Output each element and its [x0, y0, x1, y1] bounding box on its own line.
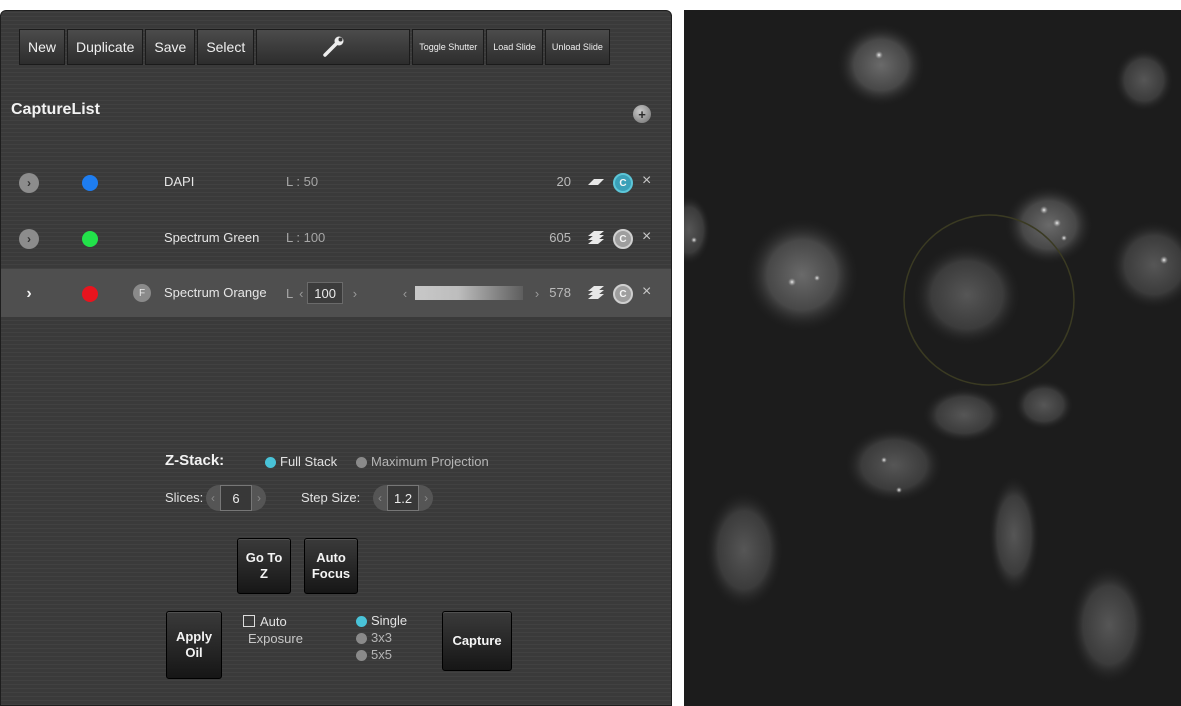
grid-3x3-label: 3x3: [371, 630, 392, 645]
capture-toggle-c[interactable]: C: [613, 284, 633, 304]
single-radio[interactable]: Single: [356, 613, 407, 628]
microscope-live-view[interactable]: [684, 10, 1181, 706]
plus-icon[interactable]: +: [633, 105, 651, 123]
chevron-right-icon[interactable]: ›: [19, 173, 39, 193]
max-projection-label: Maximum Projection: [371, 454, 489, 469]
settings-button[interactable]: [256, 29, 411, 65]
grid-3x3-radio[interactable]: 3x3: [356, 630, 392, 645]
full-stack-label: Full Stack: [280, 454, 338, 469]
radio-selected-icon: [356, 616, 367, 628]
channel-level: L : 50: [286, 174, 319, 189]
capture-control-panel: New Duplicate Save Select Toggle Shutter…: [0, 10, 672, 706]
wrench-icon: [323, 36, 344, 57]
capture-toggle-c[interactable]: C: [613, 173, 633, 193]
capture-row-spectrum-green[interactable]: › Spectrum Green L : 100 605 C ×: [1, 214, 671, 262]
save-button[interactable]: Save: [145, 29, 196, 65]
apply-oil-line1: Apply: [175, 629, 213, 644]
step-size-input[interactable]: 1.2: [387, 485, 420, 511]
slices-input[interactable]: 6: [220, 485, 252, 511]
slices-stepper: ‹ 6 ›: [206, 483, 266, 513]
go-to-z-line1: Go To: [245, 550, 283, 565]
channel-exposure-value: 20: [556, 174, 571, 189]
radio-unselected-icon: [356, 650, 367, 662]
slices-label: Slices:: [165, 490, 204, 505]
stack-icon[interactable]: [586, 284, 606, 302]
chevron-right-icon[interactable]: ›: [349, 286, 361, 301]
chevron-right-icon[interactable]: ›: [19, 229, 39, 249]
single-label: Single: [371, 613, 408, 628]
capture-button[interactable]: Capture: [442, 611, 512, 671]
chevron-right-icon[interactable]: ›: [419, 485, 434, 511]
focus-badge[interactable]: F: [133, 284, 151, 302]
radio-unselected-icon: [356, 457, 367, 469]
chevron-left-icon[interactable]: ‹: [206, 485, 220, 511]
stack-icon[interactable]: [586, 229, 606, 247]
channel-name: Spectrum Green: [164, 230, 260, 245]
unload-slide-button[interactable]: Unload Slide: [544, 29, 610, 65]
auto-exposure-checkbox[interactable]: Auto: [243, 614, 287, 629]
close-icon[interactable]: ×: [642, 172, 651, 190]
channel-name: DAPI: [164, 174, 195, 189]
chevron-left-icon[interactable]: ‹: [399, 286, 411, 301]
level-input[interactable]: 100: [307, 282, 343, 304]
channel-exposure-value: 578: [549, 285, 571, 300]
select-button[interactable]: Select: [197, 29, 255, 65]
auto-focus-line1: Auto: [316, 550, 346, 565]
level-prefix: L: [286, 285, 294, 301]
channel-exposure-value: 605: [549, 230, 571, 245]
single-slice-icon[interactable]: [586, 173, 606, 191]
chevron-left-icon[interactable]: ‹: [295, 286, 307, 301]
step-size-label: Step Size:: [301, 490, 361, 505]
radio-unselected-icon: [356, 633, 367, 645]
max-projection-radio[interactable]: Maximum Projection: [356, 454, 489, 469]
auto-exposure-label: Exposure: [248, 631, 303, 646]
exposure-slider-track[interactable]: [415, 286, 523, 300]
grid-5x5-label: 5x5: [371, 647, 392, 662]
full-stack-radio[interactable]: Full Stack: [265, 454, 337, 469]
duplicate-button[interactable]: Duplicate: [67, 29, 144, 65]
close-icon[interactable]: ×: [642, 283, 651, 301]
go-to-z-line2: Z: [260, 566, 268, 581]
level-stepper: L ‹ 100 ›: [286, 282, 361, 304]
capture-list-title: CaptureList: [11, 101, 100, 118]
auto-exposure-line1: Auto: [260, 614, 287, 629]
toggle-shutter-button[interactable]: Toggle Shutter: [412, 29, 485, 65]
apply-oil-line2: Oil: [185, 645, 203, 660]
channel-name: Spectrum Orange: [164, 285, 267, 300]
load-slide-button[interactable]: Load Slide: [486, 29, 543, 65]
step-size-stepper: ‹ 1.2 ›: [373, 483, 434, 513]
chevron-right-icon[interactable]: ›: [19, 284, 39, 304]
capture-row-dapi[interactable]: › DAPI L : 50 20 C ×: [1, 158, 671, 206]
zstack-label: Z-Stack:: [165, 452, 225, 469]
channel-level: L : 100: [286, 230, 326, 245]
checkbox-icon: [243, 615, 255, 627]
new-button[interactable]: New: [19, 29, 66, 65]
auto-focus-button[interactable]: Auto Focus: [304, 538, 358, 594]
close-icon[interactable]: ×: [642, 228, 651, 246]
radio-selected-icon: [265, 457, 276, 469]
grid-5x5-radio[interactable]: 5x5: [356, 647, 392, 662]
channel-color-dot: [82, 286, 98, 302]
fluorescence-image: [684, 10, 1181, 706]
channel-color-dot: [82, 175, 98, 191]
toolbar: New Duplicate Save Select Toggle Shutter…: [19, 29, 610, 65]
auto-focus-line2: Focus: [311, 566, 351, 581]
apply-oil-button[interactable]: Apply Oil: [166, 611, 222, 679]
capture-toggle-c[interactable]: C: [613, 229, 633, 249]
capture-row-spectrum-orange[interactable]: › F Spectrum Orange L ‹ 100 › ‹ › 578 C …: [1, 269, 671, 317]
chevron-right-icon[interactable]: ›: [252, 485, 266, 511]
channel-color-dot: [82, 231, 98, 247]
chevron-left-icon[interactable]: ‹: [373, 485, 387, 511]
go-to-z-button[interactable]: Go To Z: [237, 538, 291, 594]
